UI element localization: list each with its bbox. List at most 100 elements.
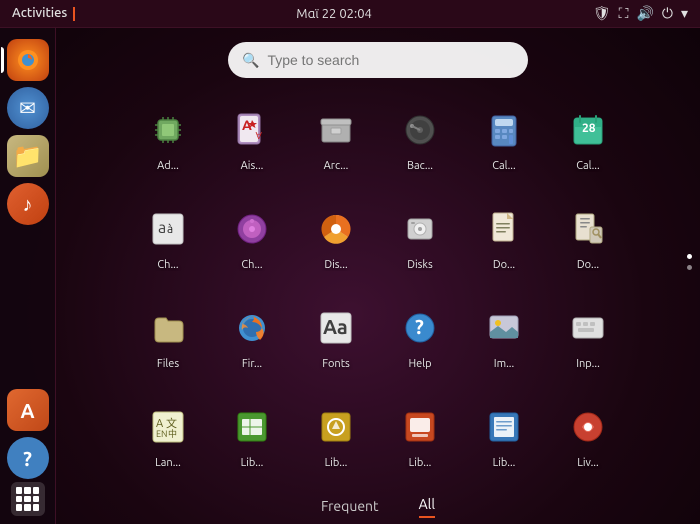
cheese-icon	[226, 203, 278, 255]
top-bar: Activities Μαϊ 22 02:04 🛡 ⛶ 🔊 ⏻ ▾	[0, 0, 700, 28]
app-aisleriot[interactable]: AAAis...	[212, 98, 292, 191]
app-document[interactable]: Do...	[464, 197, 544, 290]
sidebar-item-appstore[interactable]: A	[7, 389, 49, 431]
system-tray: 🛡 ⛶ 🔊 ⏻ ▾	[593, 5, 688, 22]
firefox-icon	[14, 46, 42, 74]
language-label: Lan...	[133, 457, 203, 469]
calendar-icon: 28	[562, 104, 614, 156]
search-input[interactable]	[267, 52, 514, 68]
sidebar-item-mail[interactable]: ✉	[7, 87, 49, 129]
app-disks[interactable]: Disks	[380, 197, 460, 290]
charmap-icon: aà	[142, 203, 194, 255]
app-libredraw[interactable]: Lib...	[296, 395, 376, 488]
fonts-icon: Aa	[310, 302, 362, 354]
livepatch-icon	[562, 401, 614, 453]
app-librewriter[interactable]: Lib...	[464, 395, 544, 488]
app-language[interactable]: A文EN中 Lan...	[128, 395, 208, 488]
sidebar-item-help[interactable]: ?	[7, 437, 49, 479]
imageviewer-label: Im...	[469, 358, 539, 370]
svg-text:a: a	[158, 219, 166, 237]
calendar-label: Cal...	[553, 160, 623, 172]
svg-text:EN: EN	[156, 429, 167, 439]
archive-label: Arc...	[301, 160, 371, 172]
search-bar: 🔍	[228, 42, 528, 78]
disks-icon	[394, 203, 446, 255]
libreimpress-label: Lib...	[385, 457, 455, 469]
datetime: Μαϊ 22 02:04	[296, 7, 372, 21]
app-cheese[interactable]: Ch...	[212, 197, 292, 290]
volume-icon[interactable]: 🔊	[636, 5, 653, 22]
libreimpress-icon	[394, 401, 446, 453]
mail-icon: ✉	[19, 96, 36, 120]
tab-bar: Frequent All	[321, 496, 435, 518]
network-icon[interactable]: ⛶	[619, 5, 629, 22]
apps-grid: Ad... AAAis... Arc... Bac... Cal... 28 Cal... a…	[118, 98, 638, 488]
imageviewer-icon	[478, 302, 530, 354]
app-docviewer[interactable]: Do...	[548, 197, 628, 290]
cpu-freq-icon	[142, 104, 194, 156]
app-calendar[interactable]: 28 Cal...	[548, 98, 628, 191]
music-icon: ♪	[23, 192, 33, 217]
inputmethod-icon	[562, 302, 614, 354]
power-icon[interactable]: ⏻	[662, 5, 673, 22]
app-backup[interactable]: Bac...	[380, 98, 460, 191]
app-files[interactable]: Files	[128, 296, 208, 389]
files-icon	[142, 302, 194, 354]
cpu-freq-label: Ad...	[133, 160, 203, 172]
appstore-icon: A	[20, 399, 34, 422]
backup-label: Bac...	[385, 160, 455, 172]
charmap-label: Ch...	[133, 259, 203, 271]
disk-usage-icon	[310, 203, 362, 255]
app-livepatch[interactable]: Liv...	[548, 395, 628, 488]
svg-text:?: ?	[415, 315, 424, 338]
help-icon: ?	[394, 302, 446, 354]
document-icon	[478, 203, 530, 255]
sidebar-item-music[interactable]: ♪	[7, 183, 49, 225]
app-fonts[interactable]: Aa Fonts	[296, 296, 376, 389]
tab-frequent[interactable]: Frequent	[321, 498, 379, 518]
svg-text:A: A	[255, 130, 262, 141]
app-disk-usage[interactable]: Dis...	[296, 197, 376, 290]
svg-text:中: 中	[168, 428, 177, 439]
help-label: Help	[385, 358, 455, 370]
disk-usage-label: Dis...	[301, 259, 371, 271]
language-icon: A文EN中	[142, 401, 194, 453]
app-cpu-freq[interactable]: Ad...	[128, 98, 208, 191]
app-firefox[interactable]: Fir...	[212, 296, 292, 389]
archive-icon	[310, 104, 362, 156]
settings-icon[interactable]: ▾	[681, 5, 688, 22]
sidebar-item-files[interactable]: 📁	[7, 135, 49, 177]
app-imageviewer[interactable]: Im...	[464, 296, 544, 389]
calculator-icon	[478, 104, 530, 156]
app-archive[interactable]: Arc...	[296, 98, 376, 191]
svg-text:文: 文	[166, 416, 177, 430]
librecalc-icon	[226, 401, 278, 453]
livepatch-label: Liv...	[553, 457, 623, 469]
app-charmap[interactable]: aà Ch...	[128, 197, 208, 290]
app-help[interactable]: ? Help	[380, 296, 460, 389]
docviewer-icon	[562, 203, 614, 255]
document-label: Do...	[469, 259, 539, 271]
sidebar-item-firefox[interactable]	[7, 39, 49, 81]
activities-button[interactable]: Activities	[12, 6, 75, 21]
svg-text:à: à	[167, 223, 173, 236]
search-icon: 🔍	[242, 52, 259, 69]
disks-label: Disks	[385, 259, 455, 271]
app-libreimpress[interactable]: Lib...	[380, 395, 460, 488]
folder-icon: 📁	[13, 142, 43, 170]
show-apps-button[interactable]	[11, 482, 45, 516]
app-calculator[interactable]: Cal...	[464, 98, 544, 191]
librewriter-icon	[478, 401, 530, 453]
aisleriot-icon: AA	[226, 104, 278, 156]
librecalc-label: Lib...	[217, 457, 287, 469]
firefox-icon	[226, 302, 278, 354]
tab-all[interactable]: All	[419, 496, 435, 518]
files-label: Files	[133, 358, 203, 370]
app-inputmethod[interactable]: Inp...	[548, 296, 628, 389]
fonts-label: Fonts	[301, 358, 371, 370]
librewriter-label: Lib...	[469, 457, 539, 469]
firefox-label: Fir...	[217, 358, 287, 370]
libredraw-icon	[310, 401, 362, 453]
backup-icon	[394, 104, 446, 156]
app-librecalc[interactable]: Lib...	[212, 395, 292, 488]
